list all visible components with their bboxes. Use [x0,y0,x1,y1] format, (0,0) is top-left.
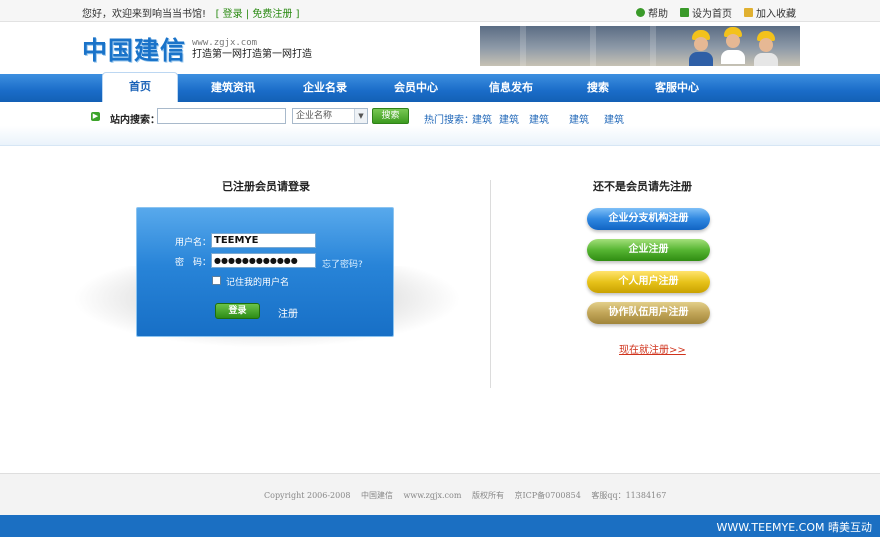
favorite-icon [744,8,753,17]
logo-slogan: 打造第一网打造第一网打造 [192,49,313,60]
hot-keyword-link[interactable]: 建筑 [472,111,492,126]
bracket-open: [ [215,9,220,20]
hot-keyword-link[interactable]: 建筑 [569,111,589,126]
nav-tab-directory[interactable]: 企业名录 [288,74,362,102]
separator: | [245,9,250,20]
remember-label: 记住我的用户名 [226,278,290,288]
add-favorite-label: 加入收藏 [756,9,796,20]
hot-keyword-link[interactable]: 建筑 [604,111,624,126]
footer: Copyright 2006-2008 中国建信 www.zgjx.com 版权… [0,473,880,515]
search-bar: ▶ 站内搜索： 企业名称 ▼ 搜索 热门搜索： 建筑 建筑 建筑 建筑 建筑 [0,102,880,146]
hot-search-label: 热门搜索： [424,115,474,126]
nav-tab-news[interactable]: 建筑资讯 [196,74,270,102]
footer-domain: www.zgjx.com [403,491,462,500]
logo-domain: www.zgjx.com [192,38,258,48]
footer-service: 客服qq：11384167 [591,491,667,500]
password-label: 密 码： [175,258,212,268]
search-type-select[interactable]: 企业名称 ▼ [292,108,368,124]
nav-tab-search[interactable]: 搜索 [561,74,635,102]
set-home-label: 设为首页 [692,9,732,20]
header-banner-image [480,26,800,66]
footer-text: Copyright 2006-2008 中国建信 www.zgjx.com 版权… [264,490,674,501]
home-icon [680,8,689,17]
chevron-down-icon: ▼ [354,109,367,123]
register-heading: 还不是会员请先注册 [593,180,692,193]
search-label: 站内搜索： [110,115,160,126]
footer-copyright: Copyright 2006-2008 [264,491,351,500]
column-divider [490,180,491,388]
search-input[interactable] [157,108,286,124]
register-now-link[interactable]: 现在就注册>> [619,341,686,356]
header: 中国建信 www.zgjx.com 打造第一网打造第一网打造 [0,22,880,74]
search-type-value: 企业名称 [296,111,333,121]
top-links: 帮助 设为首页 加入收藏 [636,5,796,20]
arrow-right-icon: ▶ [91,112,100,121]
login-link[interactable]: 登录 [223,9,243,20]
bracket-close: ] [295,9,300,20]
nav-tab-member-center[interactable]: 会员中心 [379,74,453,102]
hot-keyword-link[interactable]: 建筑 [529,111,549,126]
register-free-link[interactable]: 免费注册 [252,9,292,20]
login-button[interactable]: 登录 [215,303,260,319]
password-field[interactable]: ●●●●●●●●●●●● [211,253,316,268]
logo-text: www.zgjx.com 打造第一网打造第一网打造 [192,37,312,61]
nav-tab-home[interactable]: 首页 [102,72,178,102]
top-bar: 您好，欢迎来到响当当书馆! [ 登录 | 免费注册 ] 帮助 设为首页 加入收藏 [0,0,880,22]
login-heading: 已注册会员请登录 [222,180,310,193]
help-label: 帮助 [648,9,668,20]
login-form: 用户名： TEEMYE 密 码： ●●●●●●●●●●●● 忘了密码? 记住我的… [136,207,394,337]
username-label: 用户名： [175,238,212,248]
remember-checkbox[interactable] [212,276,221,285]
username-field[interactable]: TEEMYE [211,233,316,248]
greeting-text: 您好，欢迎来到响当当书馆! [82,9,207,20]
forgot-password-link[interactable]: 忘了密码? [322,257,363,270]
logo-mark: 中国建信 [82,36,187,65]
nav-tab-service[interactable]: 客服中心 [640,74,714,102]
add-favorite-link[interactable]: 加入收藏 [744,5,796,20]
footer-icp: 京ICP备0700854 [514,491,581,500]
main-nav: 首页 建筑资讯 企业名录 会员中心 信息发布 搜索 客服中心 [0,72,880,102]
watermark-text: WWW.TEEMYE.COM 晴美互动 [716,521,872,534]
watermark-bar: WWW.TEEMYE.COM 晴美互动 [0,515,880,537]
register-link[interactable]: 注册 [278,305,298,320]
site-logo[interactable]: 中国建信 www.zgjx.com 打造第一网打造第一网打造 [82,31,312,67]
hot-keyword-link[interactable]: 建筑 [499,111,519,126]
help-icon [636,8,645,17]
greeting-area: 您好，欢迎来到响当当书馆! [ 登录 | 免费注册 ] [82,5,300,20]
help-link[interactable]: 帮助 [636,5,668,20]
set-home-link[interactable]: 设为首页 [680,5,732,20]
nav-tab-publish[interactable]: 信息发布 [474,74,548,102]
footer-rights: 版权所有 [471,491,504,500]
team-register-button[interactable]: 协作队伍用户注册 [587,302,710,324]
footer-brand: 中国建信 [360,491,393,500]
branch-register-button[interactable]: 企业分支机构注册 [587,208,710,230]
search-button[interactable]: 搜索 [372,108,409,124]
personal-register-button[interactable]: 个人用户注册 [587,271,710,293]
enterprise-register-button[interactable]: 企业注册 [587,239,710,261]
